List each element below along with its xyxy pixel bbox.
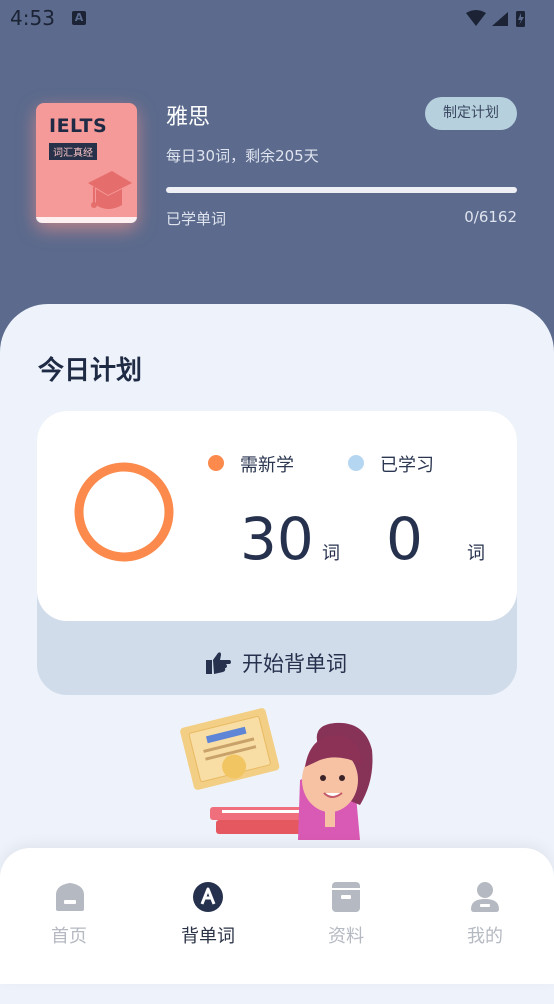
new-words-dot xyxy=(208,455,224,471)
start-learning-label: 开始背单词 xyxy=(242,652,347,676)
new-words-legend: 需新学 xyxy=(240,455,294,476)
course-title: 雅思 xyxy=(166,105,211,130)
home-icon xyxy=(56,883,84,911)
new-words-unit: 词 xyxy=(322,543,340,564)
nav-profile-label: 我的 xyxy=(467,926,503,947)
signal-icon xyxy=(492,12,508,26)
status-time: 4:53 xyxy=(10,6,55,30)
words-icon xyxy=(193,882,223,912)
nav-words-label: 背单词 xyxy=(181,926,235,947)
learned-words-count: 0/6162 xyxy=(464,208,517,226)
learned-words-dot xyxy=(348,455,364,471)
nav-materials-label: 资料 xyxy=(328,926,364,947)
wifi-icon xyxy=(466,10,486,26)
pointing-hand-icon xyxy=(206,652,231,674)
learned-words-label: 已学单词 xyxy=(166,210,227,228)
graduation-cap-icon xyxy=(88,171,132,209)
set-plan-button[interactable]: 制定计划 xyxy=(425,97,517,130)
plan-info: 每日30词，剩余205天 xyxy=(166,147,319,165)
learned-words-today-count: 0 xyxy=(386,505,423,573)
new-words-count: 30 xyxy=(240,505,314,573)
learned-words-legend: 已学习 xyxy=(380,455,434,476)
notification-icon: A xyxy=(72,11,86,25)
book-cover[interactable]: IELTS 词汇真经 xyxy=(36,103,137,223)
book-cover-subtitle: 词汇真经 xyxy=(49,143,97,160)
materials-icon xyxy=(332,882,360,912)
progress-ring xyxy=(74,462,174,562)
learned-words-unit: 词 xyxy=(467,543,485,564)
status-bar: 4:53 A xyxy=(0,0,554,38)
profile-icon xyxy=(471,882,499,912)
student-illustration xyxy=(180,708,373,840)
learning-progress-bar xyxy=(166,187,517,193)
system-status-icons xyxy=(466,10,525,27)
today-plan-heading: 今日计划 xyxy=(38,356,143,386)
book-cover-title: IELTS xyxy=(49,115,108,137)
nav-home-label: 首页 xyxy=(51,926,87,947)
